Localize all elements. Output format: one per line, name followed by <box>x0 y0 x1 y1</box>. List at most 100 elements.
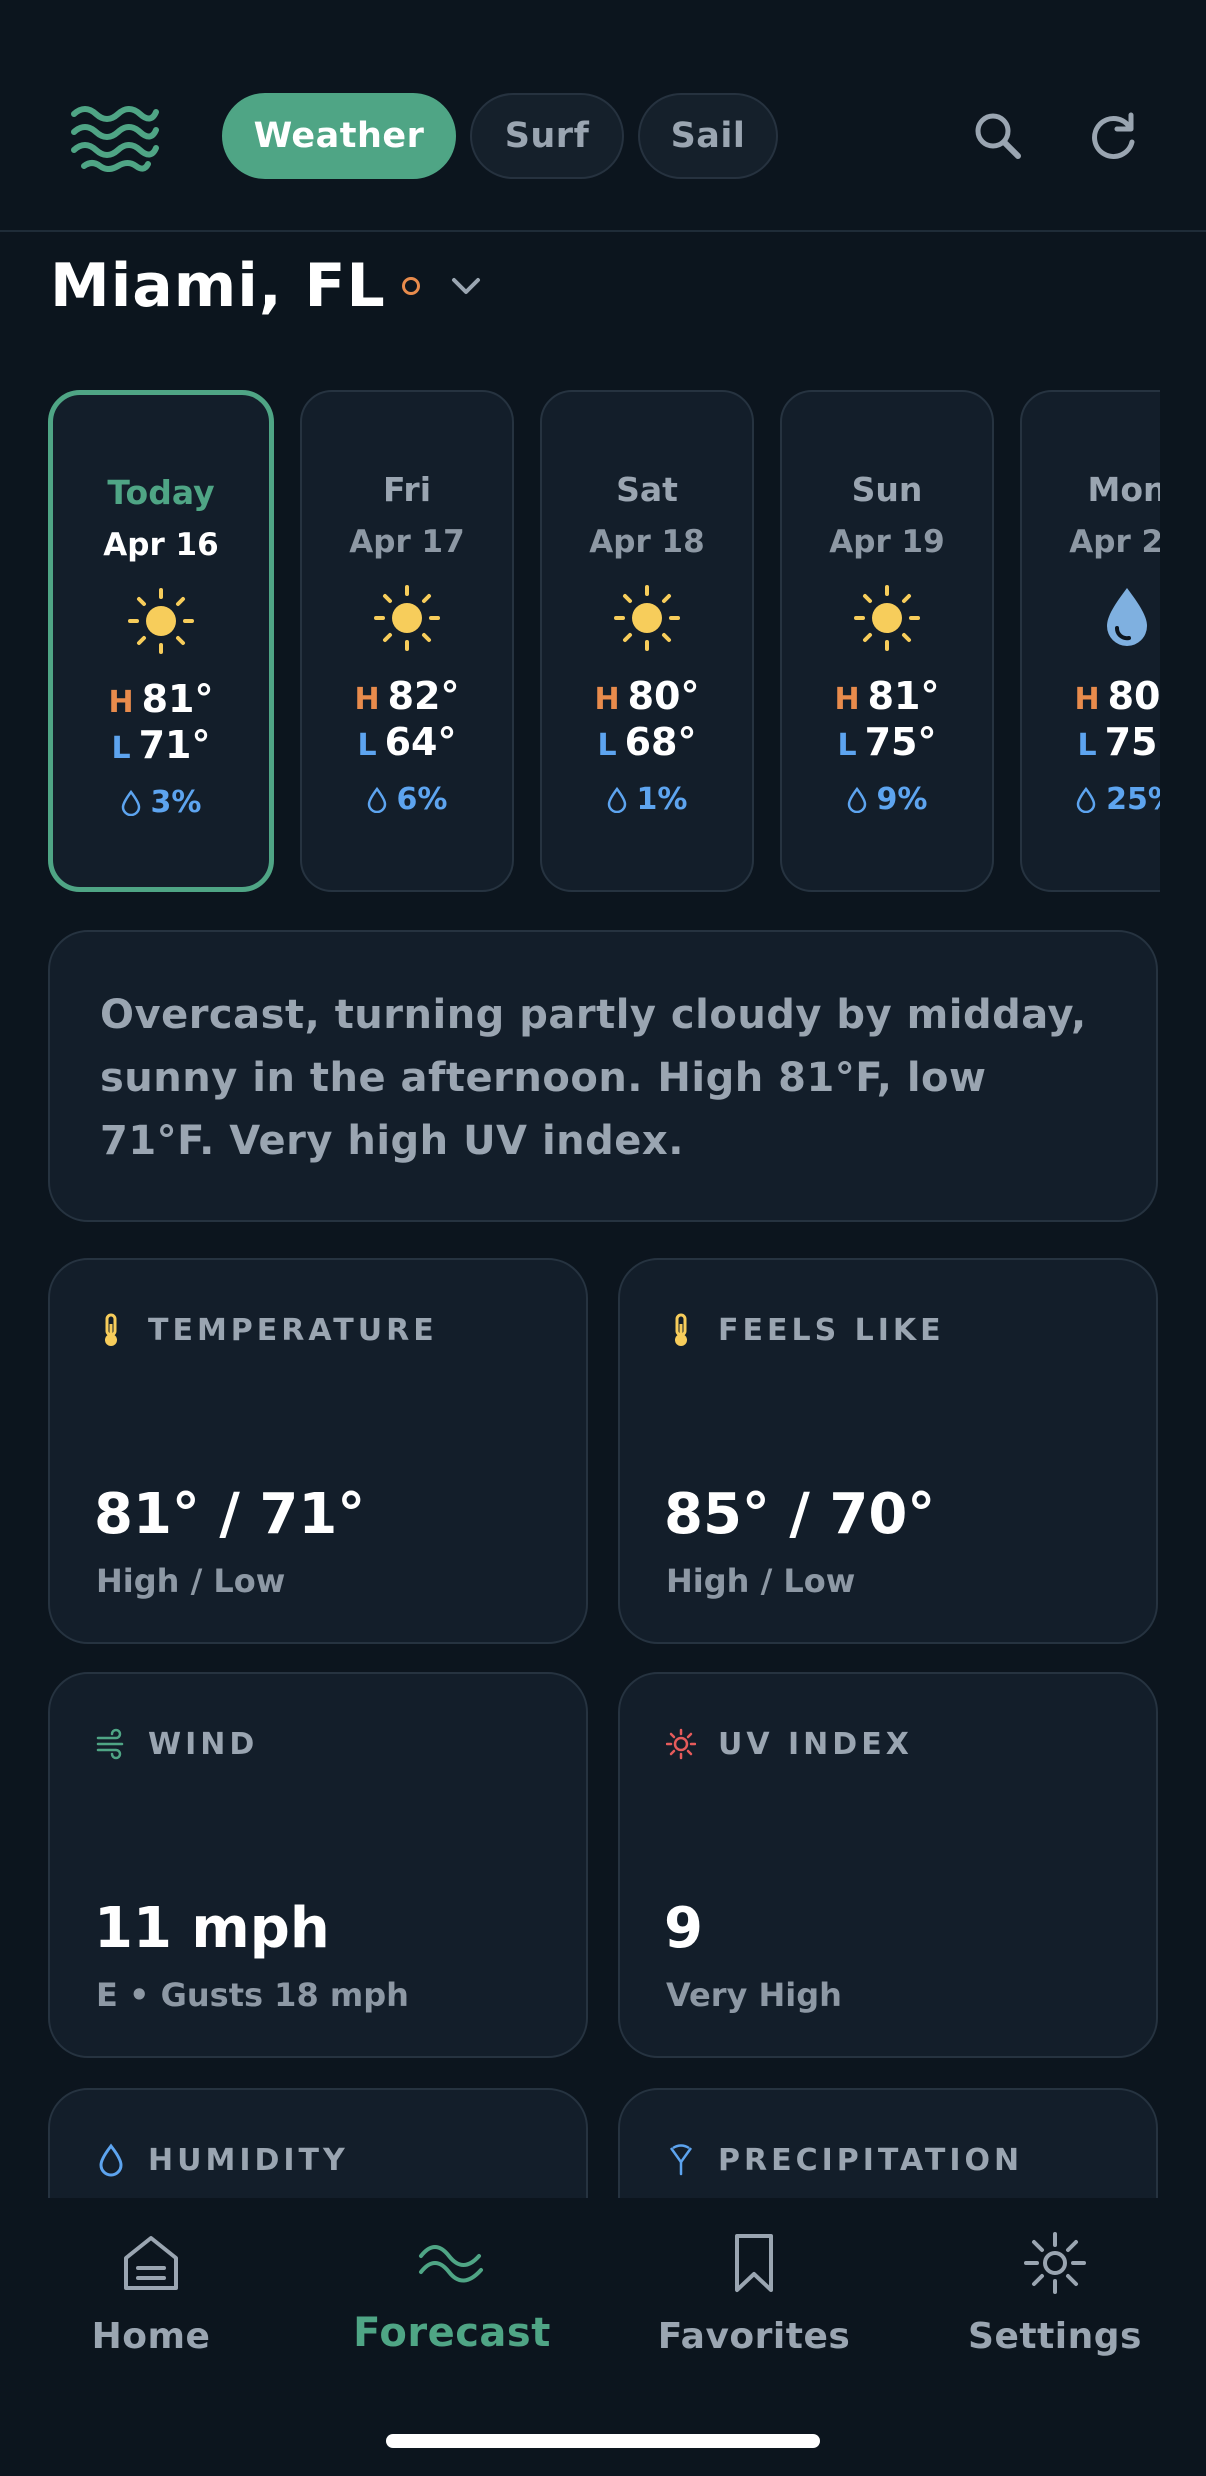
nav-favorites[interactable]: Favorites <box>624 2228 884 2357</box>
low-key: L <box>111 731 131 766</box>
day-low: L 71° <box>53 723 269 767</box>
day-card[interactable]: Sun Apr 19 H 81° L 75° 9% <box>780 390 994 892</box>
drop-icon <box>847 786 866 813</box>
day-low: L 68° <box>542 720 752 764</box>
day-card[interactable]: Mon Apr 20 H80° L75° 25% <box>1020 390 1160 892</box>
nav-label: Home <box>91 2316 211 2357</box>
low-value: 64° <box>384 720 457 764</box>
gear-icon <box>1024 2232 1086 2294</box>
card-label: PRECIPITATION <box>718 2142 1024 2178</box>
thermometer-icon <box>105 1313 117 1346</box>
precip-value: 3% <box>150 785 202 820</box>
day-name: Sun <box>851 470 923 509</box>
day-low: L75° <box>782 720 992 764</box>
high-value: 80° <box>1107 674 1160 718</box>
nav-forecast[interactable]: Forecast <box>322 2228 582 2356</box>
high-key: H <box>1074 682 1100 717</box>
home-icon <box>124 2236 178 2290</box>
day-high: H 82° <box>302 674 512 718</box>
drop-icon <box>1076 786 1096 813</box>
tab-surf[interactable]: Surf <box>470 93 624 179</box>
day-date: Apr 20 <box>1069 524 1160 560</box>
day-card[interactable]: Fri Apr 17 H 82° L 64° 6% <box>300 390 514 892</box>
card-value: 9 <box>664 1896 703 1961</box>
day-date: Apr 16 <box>103 527 219 563</box>
wave-icon <box>419 2245 483 2283</box>
tab-sail[interactable]: Sail <box>638 93 778 179</box>
day-name: Fri <box>382 470 432 509</box>
sun-icon <box>128 588 194 654</box>
nav-settings[interactable]: Settings <box>925 2228 1185 2357</box>
sun-outline-icon <box>666 1728 696 1760</box>
card-header: FEELS LIKE <box>666 1312 945 1348</box>
nav-label: Forecast <box>353 2310 551 2356</box>
card-header: HUMIDITY <box>96 2142 349 2178</box>
day-name: Today <box>107 473 215 512</box>
nav-home[interactable]: Home <box>21 2228 281 2357</box>
day-precip: 1% <box>542 782 752 817</box>
day-high: H 81° <box>53 677 269 721</box>
day-high: H80° <box>542 674 752 718</box>
precip-value: 6% <box>396 782 448 817</box>
card-subtext: High / Low <box>96 1562 286 1600</box>
wind-icon <box>96 1728 124 1760</box>
top-bar: Weather Surf Sail <box>0 0 1206 232</box>
day-card[interactable]: Sat Apr 18 H 80° L 68° 1% <box>540 390 754 892</box>
bottom-navigation: Home Forecast Favorites Settings <box>0 2198 1206 2476</box>
high-value: 81° <box>141 677 214 721</box>
day-date: Apr 18 <box>589 524 705 560</box>
precip-value: 1% <box>636 782 688 817</box>
low-key: L <box>837 728 857 763</box>
waves-logo-icon[interactable] <box>70 100 160 172</box>
day-high: H80° <box>1022 674 1161 718</box>
day-date: Apr 17 <box>349 524 465 560</box>
card-header: PRECIPITATION <box>666 2142 1023 2178</box>
card-label: UV INDEX <box>718 1726 913 1762</box>
location-status-dot <box>401 277 420 295</box>
precip-value: 25% <box>1106 782 1160 817</box>
tab-weather[interactable]: Weather <box>222 93 456 179</box>
day-precip: 25% <box>1022 782 1160 817</box>
high-value: 80° <box>627 674 700 718</box>
drop-icon <box>607 786 626 813</box>
chevron-down-icon[interactable] <box>446 266 486 306</box>
day-precip: 3% <box>53 785 269 820</box>
day-name: Mon <box>1087 470 1160 509</box>
low-key: L <box>357 728 377 763</box>
temperature-card[interactable]: TEMPERATURE 81° / 71° High / Low <box>48 1258 588 1644</box>
refresh-icon[interactable] <box>1084 106 1144 166</box>
day-low: L 64° <box>302 720 512 764</box>
drop-icon <box>121 789 140 816</box>
day-card[interactable]: Today Apr 16 H 81° L 71° 3% <box>48 390 274 892</box>
search-icon[interactable] <box>968 106 1028 166</box>
sun-icon <box>614 585 680 651</box>
bookmark-icon <box>735 2234 773 2292</box>
card-label: WIND <box>148 1726 259 1762</box>
forecast-summary-card: Overcast, turning partly cloudy by midda… <box>48 930 1158 1222</box>
drop-icon <box>367 786 386 813</box>
umbrella-icon <box>669 2144 693 2176</box>
wind-card[interactable]: WIND 11 mph E • Gusts 18 mph <box>48 1672 588 2058</box>
day-name: Sat <box>616 470 678 509</box>
card-value: 11 mph <box>94 1896 330 1961</box>
sun-icon <box>374 585 440 651</box>
high-value: 81° <box>867 674 940 718</box>
card-value: 85° / 70° <box>664 1482 936 1547</box>
rain-drop-icon <box>1107 588 1147 646</box>
high-key: H <box>108 685 134 720</box>
card-header: WIND <box>96 1726 258 1762</box>
day-precip: 9% <box>782 782 992 817</box>
card-value: 81° / 71° <box>94 1482 366 1547</box>
sun-icon <box>854 585 920 651</box>
feels-like-card[interactable]: FEELS LIKE 85° / 70° High / Low <box>618 1258 1158 1644</box>
low-value: 68° <box>624 720 697 764</box>
location-selector[interactable]: Miami, FL <box>50 246 486 326</box>
daily-forecast-strip[interactable]: Today Apr 16 H 81° L 71° 3% Fri Apr 17 H… <box>48 390 1160 894</box>
uv-index-card[interactable]: UV INDEX 9 Very High <box>618 1672 1158 2058</box>
day-precip: 6% <box>302 782 512 817</box>
high-value: 82° <box>387 674 460 718</box>
day-high: H 81° <box>782 674 992 718</box>
card-subtext: Very High <box>666 1976 842 2014</box>
card-label: HUMIDITY <box>148 2142 349 2178</box>
nav-label: Settings <box>968 2316 1142 2357</box>
